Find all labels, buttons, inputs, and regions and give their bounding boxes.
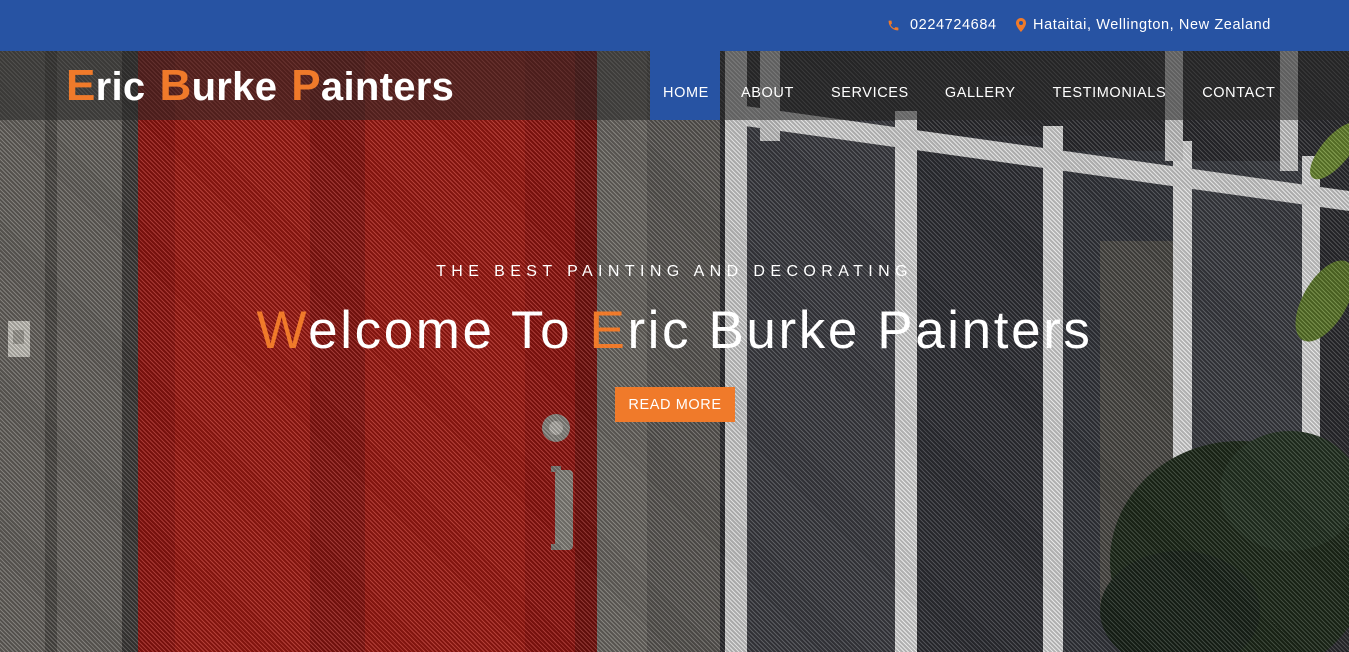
site-logo[interactable]: Eric Burke Painters <box>66 61 455 110</box>
map-marker-icon <box>1016 18 1033 32</box>
logo-word: Painters <box>291 61 455 110</box>
nav-item-services[interactable]: Services <box>831 51 909 120</box>
phone-icon <box>887 19 910 32</box>
hero-headline: Welcome To Eric Burke Painters <box>256 301 1093 360</box>
main-nav: Home About Services Gallery Testimonials… <box>650 51 1275 120</box>
nav-item-contact[interactable]: Contact <box>1202 51 1275 120</box>
phone-contact[interactable]: 0224724684 <box>887 17 997 33</box>
location-contact: Hataitai, Wellington, New Zealand <box>1016 17 1271 33</box>
nav-item-home[interactable]: Home <box>650 51 720 120</box>
logo-word: Burke <box>159 61 278 110</box>
logo-word: Eric <box>66 61 146 110</box>
read-more-button[interactable]: Read More <box>615 387 735 422</box>
contact-bar: 0224724684 Hataitai, Wellington, New Zea… <box>0 0 1349 51</box>
nav-item-testimonials[interactable]: Testimonials <box>1053 51 1167 120</box>
site-header: Eric Burke Painters Home About Services Ga… <box>0 51 1349 120</box>
hero-tagline: THE BEST PAINTING AND DECORATING <box>436 263 913 280</box>
nav-item-about[interactable]: About <box>741 51 794 120</box>
location-text: Hataitai, Wellington, New Zealand <box>1033 17 1271 33</box>
nav-item-gallery[interactable]: Gallery <box>945 51 1016 120</box>
phone-number: 0224724684 <box>910 17 997 33</box>
